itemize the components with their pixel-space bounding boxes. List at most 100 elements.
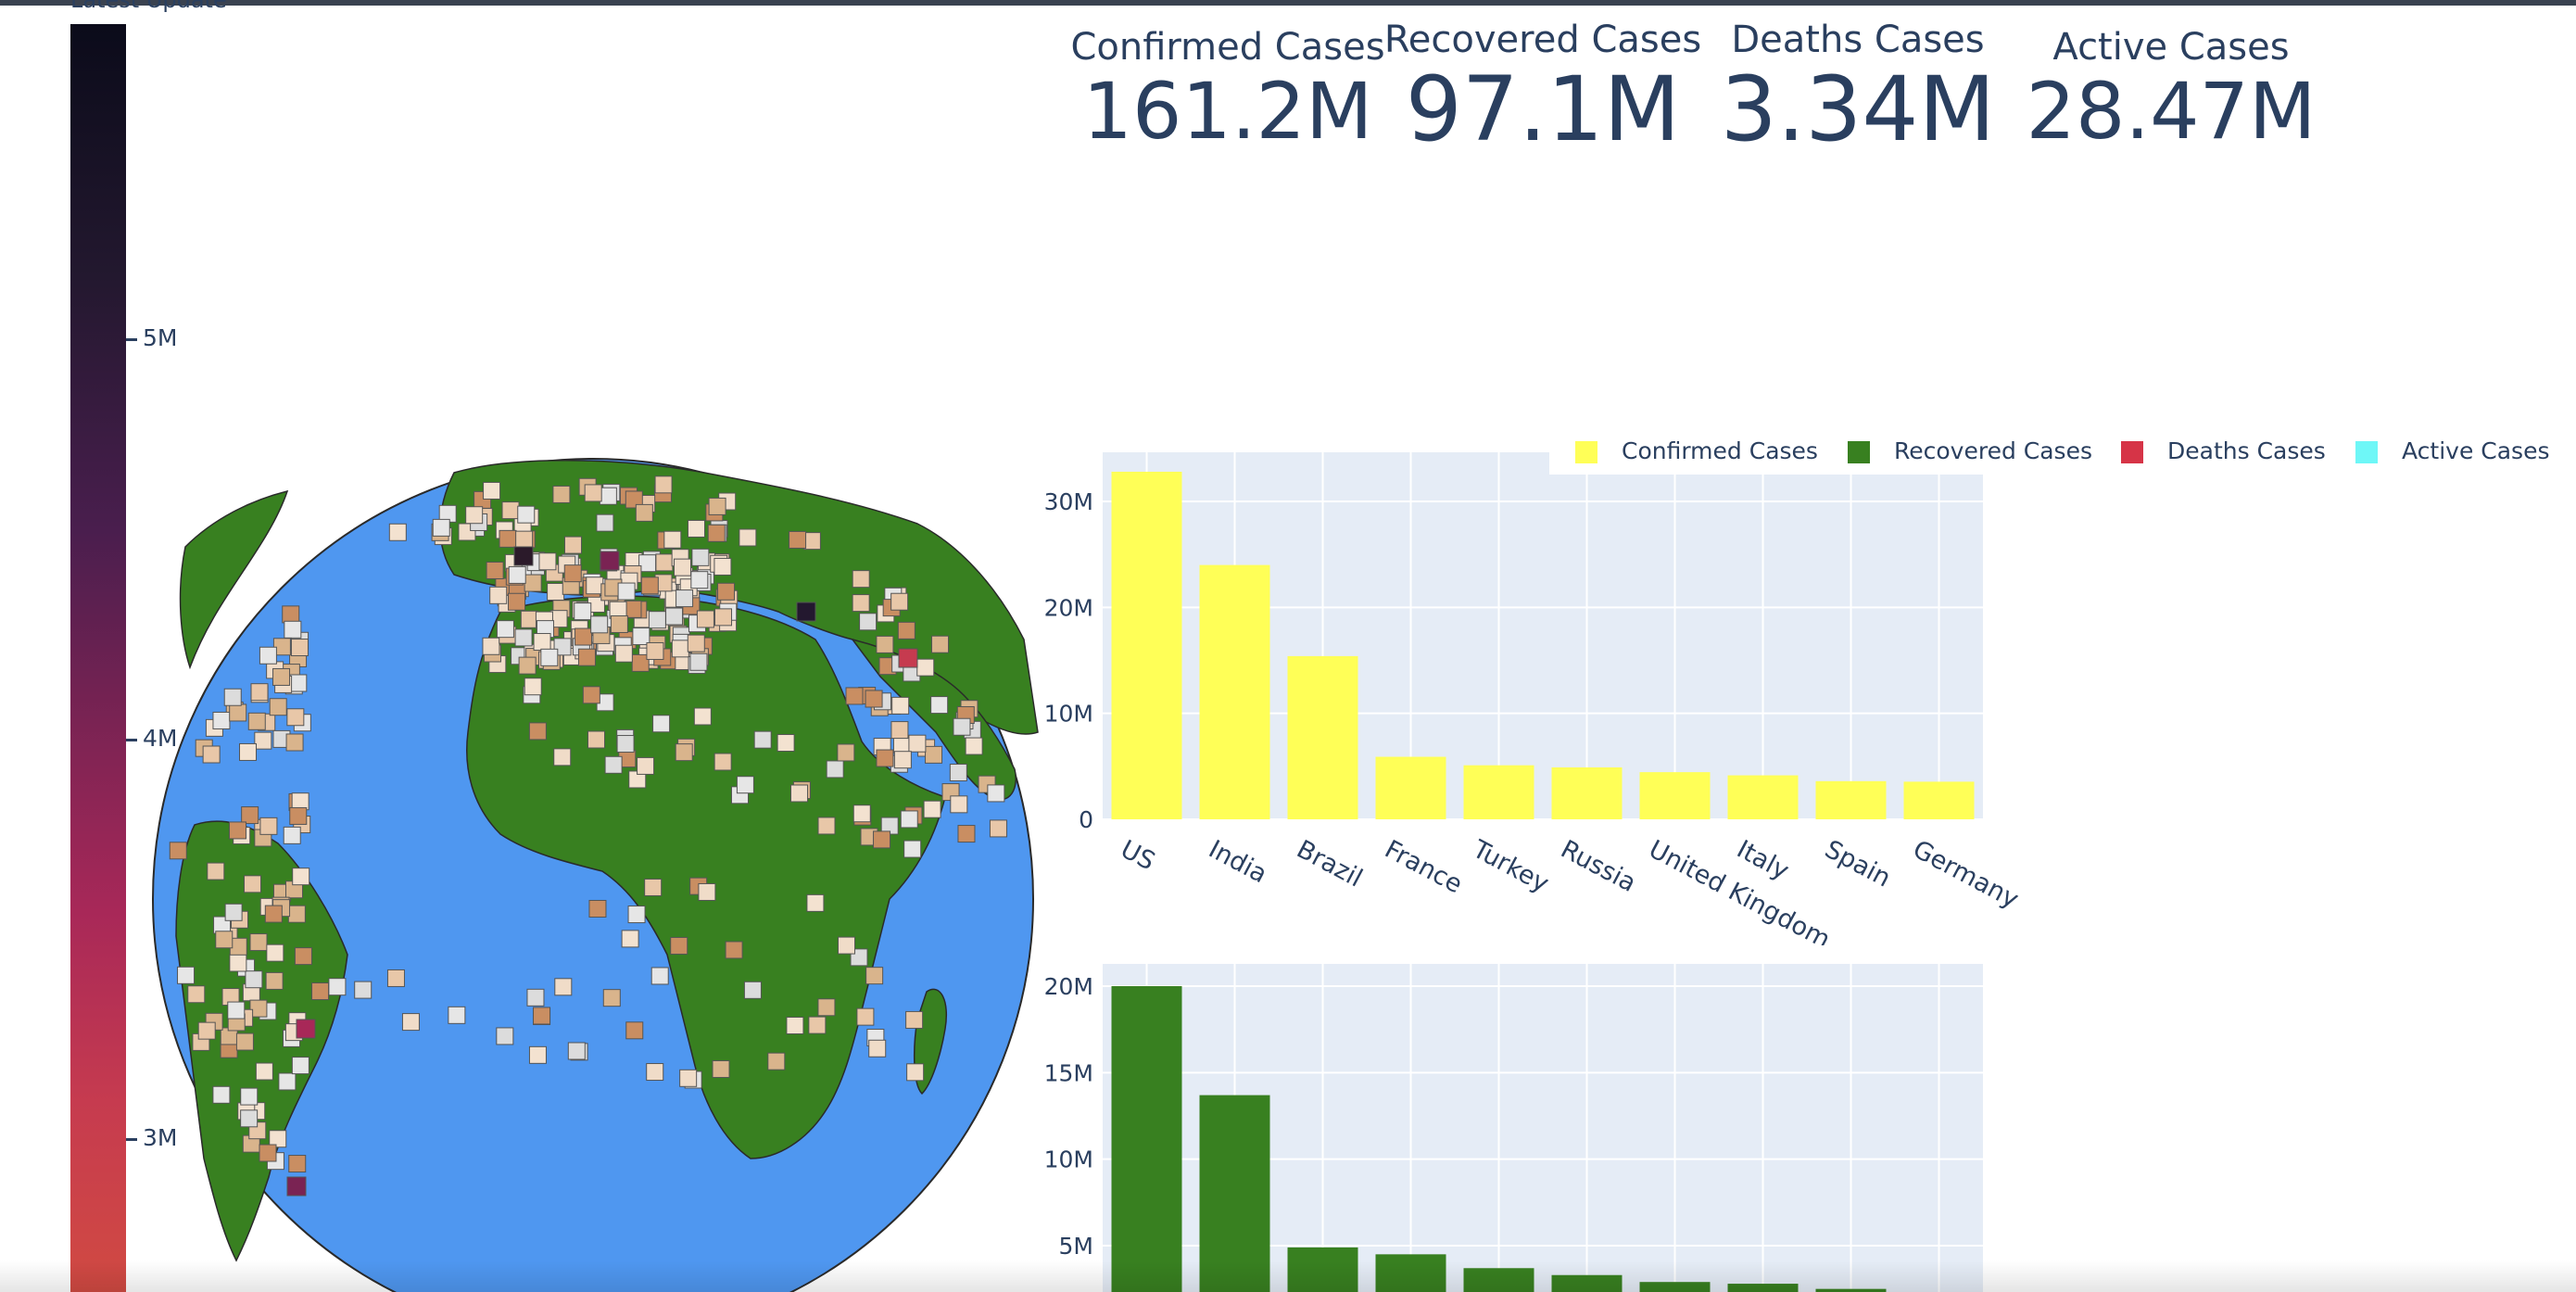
case-marker[interactable] [691, 548, 710, 566]
case-marker[interactable] [533, 633, 551, 652]
case-marker[interactable] [278, 1072, 297, 1091]
case-marker[interactable] [876, 749, 894, 767]
case-marker[interactable] [259, 817, 278, 835]
case-marker[interactable] [708, 497, 726, 515]
case-marker[interactable] [627, 906, 646, 924]
case-marker[interactable] [838, 936, 856, 955]
case-marker[interactable] [900, 810, 918, 829]
case-marker[interactable] [283, 826, 301, 844]
case-marker[interactable] [714, 608, 733, 627]
case-marker[interactable] [483, 481, 501, 500]
case-marker[interactable] [235, 1032, 254, 1051]
bar[interactable] [1639, 772, 1711, 819]
case-marker[interactable] [284, 620, 302, 639]
bar[interactable] [1287, 655, 1358, 819]
case-marker[interactable] [671, 640, 689, 658]
case-marker[interactable] [285, 733, 304, 752]
case-marker[interactable] [786, 1017, 804, 1035]
case-marker[interactable] [224, 903, 243, 921]
case-marker[interactable] [212, 711, 231, 729]
case-marker[interactable] [259, 646, 277, 665]
case-marker[interactable] [654, 475, 673, 494]
case-marker[interactable] [931, 635, 950, 653]
case-marker[interactable] [574, 602, 592, 621]
case-marker[interactable] [950, 795, 968, 814]
case-marker[interactable] [949, 763, 967, 781]
bar[interactable] [1375, 1254, 1446, 1292]
case-marker[interactable] [289, 674, 308, 692]
case-marker[interactable] [586, 576, 604, 595]
case-marker[interactable] [240, 1087, 259, 1106]
case-marker[interactable] [725, 941, 743, 959]
case-marker[interactable] [169, 842, 187, 860]
case-marker[interactable] [588, 899, 607, 918]
case-marker[interactable] [496, 620, 514, 639]
case-marker[interactable] [229, 954, 247, 972]
case-marker[interactable] [891, 696, 910, 715]
bar[interactable] [1903, 781, 1975, 819]
case-marker-high[interactable] [286, 1176, 307, 1197]
case-marker[interactable] [650, 967, 669, 985]
case-marker[interactable] [286, 708, 305, 727]
case-marker[interactable] [241, 806, 259, 825]
case-marker[interactable] [806, 893, 825, 912]
case-marker[interactable] [528, 1045, 547, 1064]
legend-item-confirmed[interactable]: Confirmed Cases [1575, 437, 1818, 464]
case-marker[interactable] [582, 686, 600, 704]
case-marker[interactable] [508, 592, 526, 611]
case-marker[interactable] [717, 582, 736, 601]
case-marker[interactable] [679, 1069, 698, 1087]
bar[interactable] [1111, 986, 1182, 1292]
case-marker[interactable] [249, 933, 268, 952]
case-marker[interactable] [675, 743, 693, 762]
case-marker[interactable] [923, 800, 941, 818]
case-marker[interactable] [987, 784, 1005, 803]
case-marker[interactable] [552, 485, 571, 503]
bar[interactable] [1111, 471, 1182, 819]
globe-map[interactable] [148, 436, 1047, 1292]
case-marker[interactable] [614, 644, 633, 663]
case-marker[interactable] [767, 1052, 786, 1070]
bar[interactable] [1199, 1095, 1270, 1292]
case-marker[interactable] [240, 1109, 259, 1128]
case-marker[interactable] [713, 557, 732, 576]
case-marker[interactable] [388, 523, 407, 541]
case-marker[interactable] [652, 715, 671, 733]
case-marker[interactable] [401, 1013, 420, 1032]
case-marker[interactable] [616, 735, 635, 754]
case-marker[interactable] [663, 530, 682, 549]
case-marker[interactable] [177, 966, 196, 984]
case-marker[interactable] [637, 756, 655, 775]
case-marker[interactable] [604, 755, 623, 774]
case-marker[interactable] [673, 558, 691, 576]
case-marker[interactable] [197, 1021, 216, 1040]
bar-chart-recovered[interactable]: 5M 10M 15M 20M [1029, 955, 2113, 1292]
case-marker[interactable] [635, 503, 653, 522]
case-marker[interactable] [693, 707, 712, 726]
case-marker[interactable] [508, 565, 526, 584]
bar[interactable] [1463, 765, 1534, 819]
case-marker[interactable] [290, 639, 309, 657]
case-marker[interactable] [202, 745, 221, 764]
case-marker[interactable] [837, 743, 855, 762]
case-marker-high[interactable] [600, 551, 620, 571]
legend-item-deaths[interactable]: Deaths Cases [2121, 437, 2326, 464]
case-marker[interactable] [713, 753, 732, 771]
case-marker[interactable] [465, 506, 484, 525]
case-marker[interactable] [486, 561, 504, 579]
case-marker[interactable] [916, 658, 935, 677]
case-marker[interactable] [868, 1039, 887, 1058]
case-marker[interactable] [229, 703, 247, 722]
case-marker[interactable] [665, 607, 684, 626]
case-marker[interactable] [687, 519, 705, 538]
case-marker[interactable] [547, 582, 565, 601]
case-marker[interactable] [540, 648, 559, 666]
case-marker[interactable] [207, 862, 225, 880]
case-marker[interactable] [624, 600, 642, 618]
case-marker[interactable] [690, 571, 709, 589]
case-marker[interactable] [499, 529, 517, 548]
case-marker[interactable] [567, 1042, 586, 1060]
bar[interactable] [1727, 775, 1799, 819]
bar[interactable] [1727, 1284, 1799, 1292]
case-marker[interactable] [930, 696, 949, 715]
